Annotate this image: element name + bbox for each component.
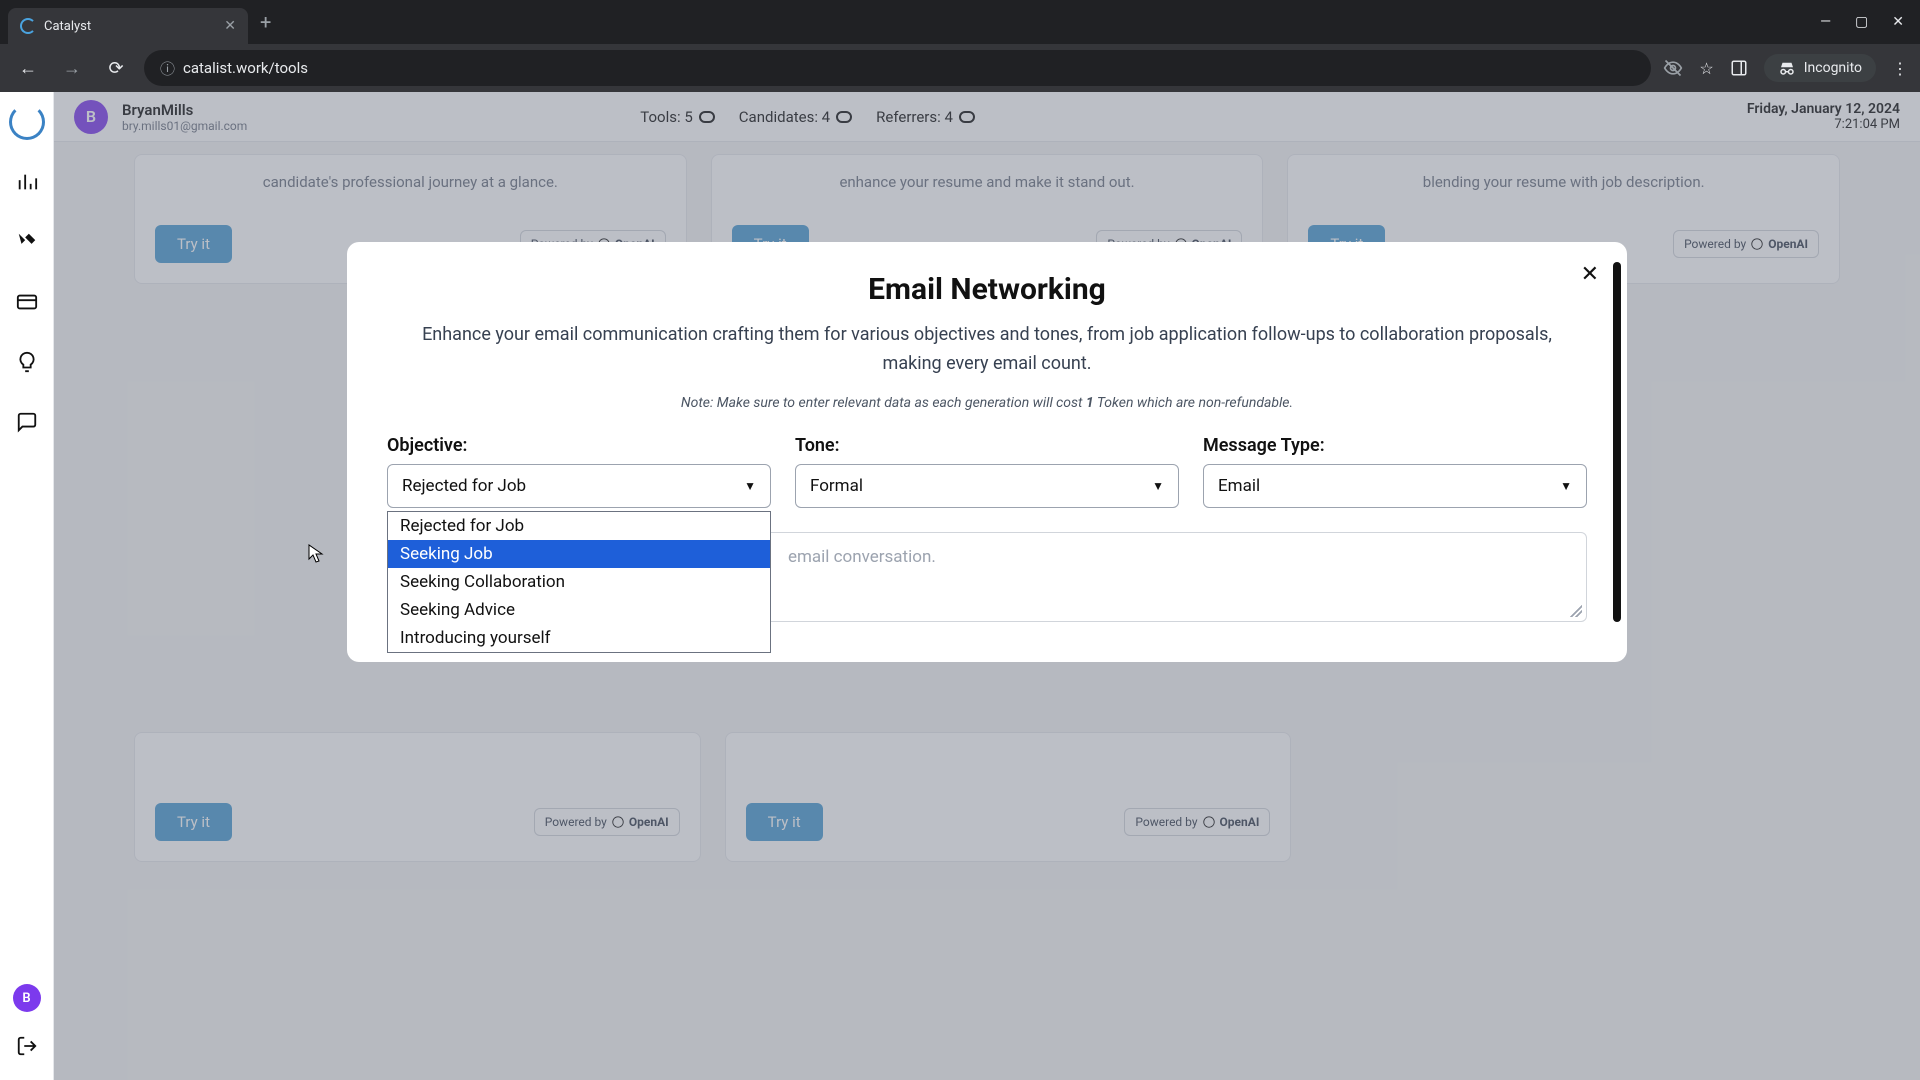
tab-favicon bbox=[20, 18, 36, 34]
tone-selected: Formal bbox=[810, 476, 863, 496]
panel-icon[interactable] bbox=[1730, 59, 1748, 77]
dropdown-option[interactable]: Seeking Job bbox=[388, 540, 770, 568]
chevron-down-icon: ▼ bbox=[1560, 479, 1572, 493]
tone-select[interactable]: Formal ▼ bbox=[795, 464, 1179, 508]
site-info-icon[interactable]: ⓘ bbox=[160, 58, 175, 79]
chevron-down-icon: ▼ bbox=[744, 479, 756, 493]
dropdown-option[interactable]: Seeking Collaboration bbox=[388, 568, 770, 596]
kebab-icon[interactable]: ⋮ bbox=[1892, 59, 1908, 78]
tools-icon[interactable] bbox=[9, 224, 45, 260]
dropdown-option[interactable]: Rejected for Job bbox=[388, 512, 770, 540]
dropdown-option[interactable]: Introducing yourself bbox=[388, 624, 770, 652]
window-controls: — ▢ ✕ bbox=[1820, 14, 1912, 30]
objective-label: Objective: bbox=[387, 435, 771, 456]
tone-field: Tone: Formal ▼ bbox=[795, 435, 1179, 508]
message-type-selected: Email bbox=[1218, 476, 1260, 496]
objective-select[interactable]: Rejected for Job ▼ bbox=[387, 464, 771, 508]
modal-note: Note: Make sure to enter relevant data a… bbox=[387, 395, 1587, 411]
analytics-icon[interactable] bbox=[9, 164, 45, 200]
incognito-badge[interactable]: Incognito bbox=[1764, 54, 1876, 82]
close-icon[interactable]: ✕ bbox=[1581, 262, 1599, 287]
textarea-placeholder-fragment: email conversation. bbox=[788, 547, 936, 567]
tab-title: Catalyst bbox=[44, 19, 91, 34]
minimize-icon[interactable]: — bbox=[1820, 14, 1831, 30]
maximize-icon[interactable]: ▢ bbox=[1855, 14, 1868, 30]
chat-icon[interactable] bbox=[9, 404, 45, 440]
close-window-icon[interactable]: ✕ bbox=[1892, 14, 1904, 30]
address-bar[interactable]: ⓘ catalist.work/tools bbox=[144, 50, 1651, 86]
note-token: 1 bbox=[1086, 395, 1094, 411]
logout-icon[interactable] bbox=[9, 1028, 45, 1064]
back-icon[interactable]: ← bbox=[12, 52, 44, 84]
browser-tabstrip: Catalyst ✕ + — ▢ ✕ bbox=[0, 0, 1920, 44]
url-text: catalist.work/tools bbox=[183, 59, 308, 77]
message-type-field: Message Type: Email ▼ bbox=[1203, 435, 1587, 508]
lightbulb-icon[interactable] bbox=[9, 344, 45, 380]
browser-tab[interactable]: Catalyst ✕ bbox=[8, 8, 248, 44]
close-icon[interactable]: ✕ bbox=[224, 18, 236, 34]
left-rail: B bbox=[0, 92, 54, 1080]
rail-avatar[interactable]: B bbox=[13, 984, 41, 1012]
incognito-icon bbox=[1778, 61, 1796, 75]
incognito-label: Incognito bbox=[1804, 60, 1862, 76]
objective-field: Objective: Rejected for Job ▼ Rejected f… bbox=[387, 435, 771, 508]
tone-label: Tone: bbox=[795, 435, 1179, 456]
star-icon[interactable]: ☆ bbox=[1699, 59, 1713, 78]
forward-icon[interactable]: → bbox=[56, 52, 88, 84]
note-prefix: Note: Make sure to enter relevant data a… bbox=[681, 395, 1086, 411]
modal-title: Email Networking bbox=[387, 272, 1587, 307]
reload-icon[interactable]: ⟳ bbox=[100, 52, 132, 84]
rail-avatar-initial: B bbox=[22, 991, 30, 1006]
content-area: B BryanMills bry.mills01@gmail.com Tools… bbox=[54, 92, 1920, 1080]
form-row: Objective: Rejected for Job ▼ Rejected f… bbox=[387, 435, 1587, 508]
card-icon[interactable] bbox=[9, 284, 45, 320]
chevron-down-icon: ▼ bbox=[1152, 479, 1164, 493]
modal-overlay[interactable]: ✕ Email Networking Enhance your email co… bbox=[54, 92, 1920, 1080]
dropdown-option[interactable]: Seeking Advice bbox=[388, 596, 770, 624]
resize-handle[interactable] bbox=[1570, 605, 1582, 617]
message-type-select[interactable]: Email ▼ bbox=[1203, 464, 1587, 508]
modal-description: Enhance your email communication craftin… bbox=[412, 321, 1562, 379]
scrollbar[interactable] bbox=[1613, 262, 1621, 622]
objective-dropdown: Rejected for Job Seeking Job Seeking Col… bbox=[387, 511, 771, 653]
browser-toolbar: ← → ⟳ ⓘ catalist.work/tools ☆ Incognito … bbox=[0, 44, 1920, 92]
note-suffix: Token which are non-refundable. bbox=[1094, 395, 1293, 411]
eye-off-icon[interactable] bbox=[1663, 58, 1683, 78]
app-logo[interactable] bbox=[9, 104, 45, 140]
objective-selected: Rejected for Job bbox=[402, 476, 526, 496]
new-tab-button[interactable]: + bbox=[260, 10, 271, 34]
email-networking-modal: ✕ Email Networking Enhance your email co… bbox=[347, 242, 1627, 662]
message-type-label: Message Type: bbox=[1203, 435, 1587, 456]
